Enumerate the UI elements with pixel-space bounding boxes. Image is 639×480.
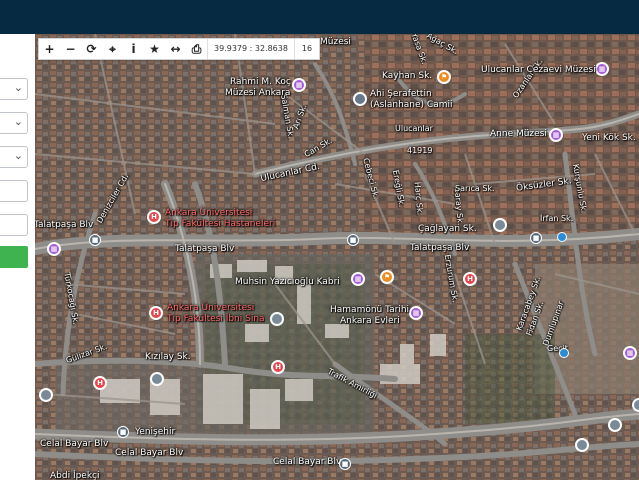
locate-icon[interactable]: ⌖ bbox=[102, 39, 123, 59]
zoom-level-readout: 16 bbox=[293, 39, 319, 59]
street-label: Abdi İpekçi bbox=[50, 471, 100, 480]
text-input-2[interactable] bbox=[0, 214, 28, 236]
museum-icon[interactable]: ▦ bbox=[47, 242, 61, 256]
street-label: Yeni Kök Sk. bbox=[582, 133, 636, 143]
location-icon[interactable] bbox=[559, 348, 569, 358]
poi-label[interactable]: Ulucanlar Cezaevi Müzesi bbox=[481, 65, 596, 75]
poi-label[interactable]: Rahmi M. Koç bbox=[230, 77, 291, 87]
street-label: Celal Bayar Blv bbox=[40, 439, 109, 449]
school-icon[interactable] bbox=[632, 398, 639, 412]
museum-icon[interactable]: ▦ bbox=[623, 346, 637, 360]
hospital-icon[interactable]: H bbox=[271, 360, 285, 374]
street-label: İrfan Sk. bbox=[540, 214, 574, 223]
chevron-down-icon: ⌄ bbox=[13, 115, 23, 128]
museum-icon[interactable]: ▦ bbox=[549, 128, 563, 142]
app-root: ⌄ ⌄ ⌄ Talatpaşa Blv Talatpaşa Blv Talatp… bbox=[0, 0, 639, 480]
street-label: Kayhan Sk. bbox=[382, 71, 433, 81]
school-icon[interactable] bbox=[493, 218, 507, 232]
text-input-1[interactable] bbox=[0, 180, 28, 202]
restaurant-icon[interactable]: ⚑ bbox=[380, 270, 394, 284]
bus-stop-icon[interactable]: ■ bbox=[89, 234, 101, 246]
mosque-icon[interactable] bbox=[353, 92, 367, 106]
location-icon[interactable] bbox=[557, 232, 567, 242]
top-header-bar bbox=[0, 0, 639, 34]
street-label: Kızılay Sk. bbox=[145, 352, 191, 362]
bus-stop-icon[interactable]: ■ bbox=[339, 458, 351, 470]
measure-icon[interactable]: ↔ bbox=[165, 39, 186, 59]
street-label: Talatpaşa Blv bbox=[175, 244, 235, 254]
poi-label[interactable]: Muhsin Yazıcıoğlu Kabri bbox=[235, 277, 340, 287]
museum-icon[interactable]: ▦ bbox=[595, 62, 609, 76]
school-icon[interactable] bbox=[575, 438, 589, 452]
museum-icon[interactable]: ▦ bbox=[409, 306, 423, 320]
left-side-panel: ⌄ ⌄ ⌄ bbox=[0, 34, 36, 480]
map-toolbar: + − ⟳ ⌖ i ★ ↔ ⎙ 39.9379 : 32.8638 16 bbox=[38, 38, 320, 60]
hospital-icon[interactable]: H bbox=[93, 376, 107, 390]
map-canvas[interactable]: Talatpaşa Blv Talatpaşa Blv Talatpaşa Bl… bbox=[35, 34, 639, 480]
select-field-1[interactable]: ⌄ bbox=[0, 78, 28, 100]
museum-icon[interactable]: ▦ bbox=[351, 272, 365, 286]
street-label: Celal Bayar Blv bbox=[115, 448, 184, 458]
print-icon[interactable]: ⎙ bbox=[186, 39, 207, 59]
street-label: Sarıca Sk. bbox=[455, 184, 495, 193]
hospital-icon[interactable]: H bbox=[147, 210, 161, 224]
poi-label[interactable]: Ankara Evleri bbox=[340, 316, 400, 326]
zoom-out-button[interactable]: − bbox=[60, 39, 81, 59]
poi-label[interactable]: Tıp Fakültesi İbni Sina bbox=[167, 314, 265, 324]
restaurant-icon[interactable]: ⚑ bbox=[437, 70, 451, 84]
street-label: Müzesi bbox=[320, 37, 351, 47]
street-label: Çağlayan Sk. bbox=[418, 224, 477, 234]
school-icon[interactable] bbox=[608, 418, 622, 432]
hospital-icon[interactable]: H bbox=[463, 272, 477, 286]
refresh-icon[interactable]: ⟳ bbox=[81, 39, 102, 59]
coordinate-readout: 39.9379 : 32.8638 bbox=[207, 39, 294, 59]
chevron-down-icon: ⌄ bbox=[13, 149, 23, 162]
school-icon[interactable] bbox=[39, 388, 53, 402]
street-label: Ulucanlar bbox=[395, 124, 433, 133]
school-icon[interactable] bbox=[270, 312, 284, 326]
poi-label[interactable]: Anne Müzesi bbox=[490, 129, 547, 139]
museum-icon[interactable]: ▦ bbox=[292, 78, 306, 92]
street-label: Yenişehir bbox=[135, 427, 176, 437]
info-icon[interactable]: i bbox=[123, 39, 144, 59]
submit-button[interactable] bbox=[0, 246, 28, 268]
map-imagery bbox=[35, 34, 639, 480]
bus-stop-icon[interactable]: ■ bbox=[117, 426, 129, 438]
select-field-2[interactable]: ⌄ bbox=[0, 112, 28, 134]
bus-stop-icon[interactable]: ■ bbox=[347, 234, 359, 246]
street-label: Talatpaşa Blv bbox=[35, 220, 94, 230]
street-label: Celal Bayar Blv bbox=[273, 457, 342, 467]
zoom-in-button[interactable]: + bbox=[39, 39, 60, 59]
chevron-down-icon: ⌄ bbox=[13, 81, 23, 94]
bus-stop-icon[interactable]: ■ bbox=[530, 232, 542, 244]
hospital-icon[interactable]: H bbox=[149, 306, 163, 320]
select-field-3[interactable]: ⌄ bbox=[0, 146, 28, 168]
poi-label[interactable]: Ahi Şerafettin bbox=[370, 89, 432, 99]
poi-label: 41919 bbox=[407, 146, 433, 155]
street-label: Talatpaşa Blv bbox=[410, 243, 470, 253]
poi-label[interactable]: Tıp Fakültesi Hastaneleri bbox=[165, 219, 275, 229]
school-icon[interactable] bbox=[150, 372, 164, 386]
poi-label[interactable]: (Aslanhane) Camii bbox=[370, 100, 452, 110]
star-icon[interactable]: ★ bbox=[144, 39, 165, 59]
poi-label[interactable]: Ankara Üniversitesi bbox=[167, 303, 254, 313]
poi-label[interactable]: Müzesi Ankara bbox=[225, 88, 290, 98]
poi-label[interactable]: Ankara Üniversitesi bbox=[165, 208, 252, 218]
poi-label[interactable]: Hamamönü Tarihi bbox=[330, 305, 409, 315]
